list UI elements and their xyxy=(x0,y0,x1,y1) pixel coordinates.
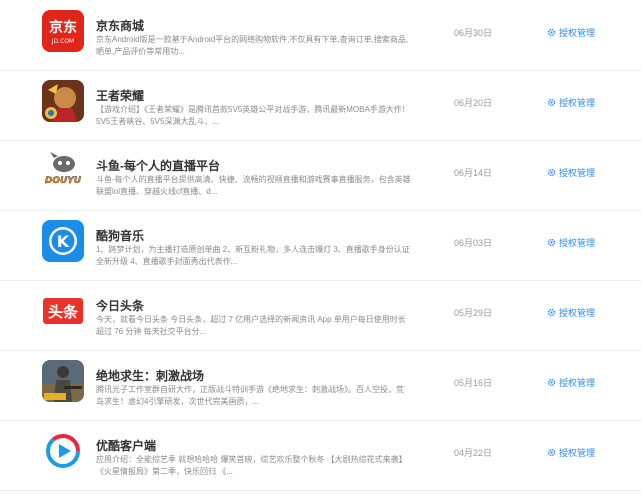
manage-label: 授权管理 xyxy=(559,28,596,38)
toutiao-icon: 头条 xyxy=(42,290,84,332)
manage-authorization-link[interactable]: 授权管理 xyxy=(547,96,595,109)
gear-icon xyxy=(547,378,556,387)
auth-date: 06月03日 xyxy=(454,238,493,248)
app-description: 斗鱼-每个人的直播平台提供高清、快捷、流畅的视频直播和游戏赛事直播服务，包含英雄… xyxy=(96,175,411,196)
app-name: 优酷客户端 xyxy=(96,439,157,453)
app-name: 绝地求生：刺激战场 xyxy=(96,369,205,383)
list-item: 绝地求生：刺激战场 腾讯光子工作室群自研大作，正版战斗特训手游《绝地求生：刺激战… xyxy=(0,350,641,421)
app-name: 酷狗音乐 xyxy=(96,229,145,243)
manage-label: 授权管理 xyxy=(559,238,596,248)
app-name: 斗鱼-每个人的直播平台 xyxy=(96,159,220,173)
gear-icon xyxy=(547,98,556,107)
manage-label: 授权管理 xyxy=(559,448,596,458)
gear-icon xyxy=(547,308,556,317)
manage-authorization-link[interactable]: 授权管理 xyxy=(547,376,595,389)
douyu-icon: DOUYU xyxy=(42,150,84,192)
manage-authorization-link[interactable]: 授权管理 xyxy=(547,236,595,249)
gear-icon xyxy=(547,238,556,247)
honor-of-kings-icon xyxy=(42,80,84,122)
list-item: DOUYU 斗鱼-每个人的直播平台 斗鱼-每个人的直播平台提供高清、快捷、流畅的… xyxy=(0,140,641,211)
gear-icon xyxy=(547,168,556,177)
app-name: 京东商城 xyxy=(96,19,145,33)
kugou-logo-text: K xyxy=(57,232,70,251)
toutiao-logo-text: 头条 xyxy=(48,303,79,321)
jd-logo-subtext: JD.COM xyxy=(51,38,74,45)
manage-authorization-link[interactable]: 授权管理 xyxy=(547,306,595,319)
youku-icon xyxy=(42,430,84,472)
manage-label: 授权管理 xyxy=(559,98,596,108)
kugou-icon: K xyxy=(42,220,84,262)
list-item: 王者荣耀 【游戏介绍】《王者荣耀》是腾讯首款5V5英雄公平对战手游，腾讯最新MO… xyxy=(0,70,641,141)
manage-label: 授权管理 xyxy=(559,168,596,178)
manage-label: 授权管理 xyxy=(559,308,596,318)
manage-authorization-link[interactable]: 授权管理 xyxy=(547,26,595,39)
app-name: 王者荣耀 xyxy=(96,89,145,103)
authorized-app-list: 京东 JD.COM 京东商城 京东Android版是一款基于Android平台的… xyxy=(0,0,641,494)
pubg-mobile-icon xyxy=(42,360,84,402)
auth-date: 05月29日 xyxy=(454,308,493,318)
auth-date: 06月20日 xyxy=(454,98,493,108)
jd-logo-text: 京东 xyxy=(49,19,77,36)
list-item: 优酷客户端 应用介绍：全能综艺季 就想哈哈哈 爆笑首映，综艺欢乐整个秋冬 【大剧… xyxy=(0,420,641,491)
app-name: 今日头条 xyxy=(96,299,145,313)
manage-label: 授权管理 xyxy=(559,378,596,388)
app-description: 今天，就看今日头条 今日头条，超过 7 亿用户选择的新闻资讯 App 单用户每日… xyxy=(96,315,406,336)
douyu-logo-text: DOUYU xyxy=(45,176,82,186)
gear-icon xyxy=(547,448,556,457)
jd-logo-icon: 京东 JD.COM xyxy=(42,10,84,52)
app-description: 1、跨梦计划，为主播打造原创单曲 2、新互粉礼物，多人连击爆灯 3、直播歌手身份… xyxy=(96,245,410,266)
auth-date: 04月22日 xyxy=(454,448,493,458)
auth-date: 05月16日 xyxy=(454,378,493,388)
app-description: 京东Android版是一款基于Android平台的网络购物软件,不仅具有下单,查… xyxy=(96,35,409,56)
gear-icon xyxy=(547,28,556,37)
manage-authorization-link[interactable]: 授权管理 xyxy=(547,446,595,459)
manage-authorization-link[interactable]: 授权管理 xyxy=(547,166,595,179)
list-item: K 酷狗音乐 1、跨梦计划，为主播打造原创单曲 2、新互粉礼物，多人连击爆灯 3… xyxy=(0,210,641,281)
app-description: 腾讯光子工作室群自研大作，正版战斗特训手游《绝地求生：刺激战场》。百人空投，荒岛… xyxy=(96,385,404,406)
list-item: 头条 今日头条 今天，就看今日头条 今日头条，超过 7 亿用户选择的新闻资讯 A… xyxy=(0,280,641,351)
list-item: 京东 JD.COM 京东商城 京东Android版是一款基于Android平台的… xyxy=(0,0,641,71)
auth-date: 06月30日 xyxy=(454,28,493,38)
auth-date: 06月14日 xyxy=(454,168,493,178)
app-description: 应用介绍：全能综艺季 就想哈哈哈 爆笑首映，综艺欢乐整个秋冬 【大剧热综花式来袭… xyxy=(96,455,407,476)
app-description: 【游戏介绍】《王者荣耀》是腾讯首款5V5英雄公平对战手游，腾讯最新MOBA手游大… xyxy=(96,105,410,126)
